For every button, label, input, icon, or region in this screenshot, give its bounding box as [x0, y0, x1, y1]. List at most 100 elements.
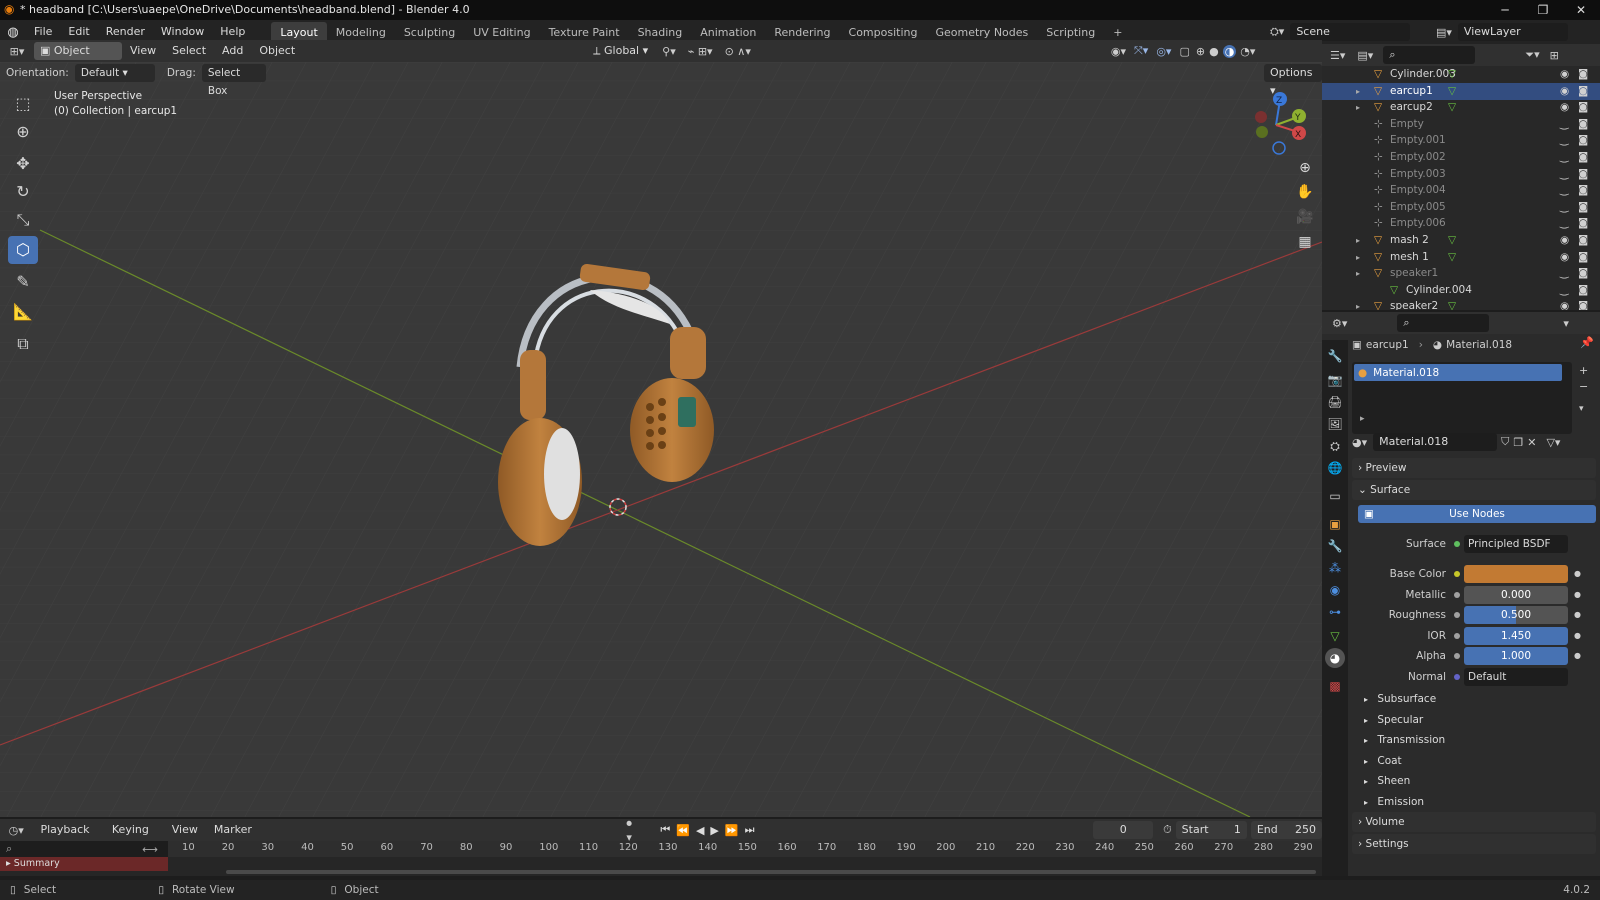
camera-view-button[interactable]: 🎥: [1292, 205, 1318, 229]
remove-slot-button[interactable]: −: [1579, 380, 1588, 393]
timeline-marker-menu[interactable]: Marker: [206, 818, 260, 842]
options-dropdown[interactable]: Options ▾: [1264, 64, 1322, 97]
material-slot-list[interactable]: ● Material.018 ▸: [1352, 362, 1572, 434]
eye-icon[interactable]: ◉: [1560, 298, 1569, 310]
camera-render-icon[interactable]: ◙: [1578, 132, 1588, 149]
roughness-slider[interactable]: 0.500: [1464, 606, 1568, 624]
outliner-row[interactable]: ▸ ▽ earcup1 ▽ ◉ ◙: [1322, 82, 1600, 100]
base-color-swatch[interactable]: [1464, 565, 1568, 583]
timeline-playback-menu[interactable]: Playback ▾: [32, 818, 103, 860]
camera-render-icon[interactable]: ◙: [1578, 99, 1588, 116]
subpanel-specular[interactable]: ▸ Specular: [1352, 710, 1596, 730]
tab-collection-icon[interactable]: ▭: [1325, 486, 1345, 506]
outliner-row[interactable]: ▸ ▽ mash 2 ▽ ◉ ◙: [1322, 232, 1600, 249]
outliner-row[interactable]: ▽ Cylinder.003 ▽ ◉ ◙: [1322, 66, 1600, 83]
new-collection-icon[interactable]: ⊞: [1550, 49, 1559, 62]
tab-render-icon[interactable]: 📷: [1325, 370, 1345, 390]
measure-tool[interactable]: 📐: [8, 298, 38, 326]
end-frame-field[interactable]: End 250: [1250, 821, 1322, 839]
rotate-tool[interactable]: ↻: [8, 178, 38, 206]
current-frame-field[interactable]: 0: [1093, 821, 1154, 839]
camera-render-icon[interactable]: ◙: [1578, 232, 1588, 249]
blender-menu-icon[interactable]: ◍: [0, 25, 26, 40]
subpanel-sheen[interactable]: ▸ Sheen: [1352, 771, 1596, 791]
eye-closed-icon[interactable]: ‿: [1560, 116, 1568, 133]
slot-specials-button[interactable]: ▾: [1579, 404, 1584, 414]
clock-icon[interactable]: ⏱: [1163, 823, 1172, 837]
camera-render-icon[interactable]: ◙: [1578, 199, 1588, 216]
mesh-data-icon[interactable]: ▽: [1448, 232, 1456, 249]
camera-render-icon[interactable]: ◙: [1578, 298, 1588, 310]
move-tool[interactable]: ✥: [8, 150, 38, 178]
link-icon[interactable]: ▽▾: [1546, 436, 1560, 449]
jump-start-icon[interactable]: ⏮: [660, 823, 670, 837]
surface-section-header[interactable]: ⌄ Surface: [1352, 480, 1596, 500]
timeline-search-icon[interactable]: ⌕: [6, 842, 12, 856]
snap-icon[interactable]: ⌁ ⊞▾: [688, 45, 713, 58]
surface-shader-field[interactable]: Principled BSDF: [1464, 535, 1568, 553]
camera-render-icon[interactable]: ◙: [1578, 149, 1588, 166]
xray-icon[interactable]: ▢: [1179, 45, 1189, 58]
alpha-slider[interactable]: 1.000: [1464, 647, 1568, 665]
wireframe-shading-icon[interactable]: ⊕: [1196, 45, 1205, 58]
eye-icon[interactable]: ◉: [1560, 249, 1569, 266]
volume-section-header[interactable]: › Volume: [1352, 812, 1596, 832]
viewport-menu-view[interactable]: View: [122, 39, 164, 63]
record-icon[interactable]: ⏺ ▾: [626, 817, 640, 844]
outliner-row[interactable]: ⊹ Empty.001 ‿ ◙: [1322, 132, 1600, 149]
add-slot-button[interactable]: +: [1579, 364, 1588, 377]
material-name-field[interactable]: Material.018: [1373, 433, 1498, 451]
next-keyframe-icon[interactable]: ⏩: [725, 824, 739, 837]
keyframe-dot-icon[interactable]: ●: [1574, 627, 1581, 645]
ortho-toggle-button[interactable]: ▦: [1292, 230, 1318, 254]
tab-world-icon[interactable]: 🌐: [1325, 458, 1345, 478]
tab-data-icon[interactable]: ▽: [1325, 626, 1345, 646]
camera-render-icon[interactable]: ◙: [1578, 215, 1588, 232]
zoom-view-button[interactable]: ⊕: [1292, 156, 1318, 180]
prev-keyframe-icon[interactable]: ⏪: [676, 824, 690, 837]
pivot-icon[interactable]: ⚲▾: [662, 45, 676, 58]
properties-options-icon[interactable]: ▾: [1563, 317, 1569, 330]
restore-button[interactable]: ❐: [1524, 0, 1562, 20]
timeline-view-menu[interactable]: View: [164, 818, 206, 842]
tab-constraints-icon[interactable]: ⊶: [1325, 602, 1345, 622]
display-mode-icon[interactable]: ▤▾: [1357, 49, 1373, 62]
outliner-row[interactable]: ▽ Cylinder.004 ‿ ◙: [1322, 282, 1600, 299]
outliner-row[interactable]: ⊹ Empty.006 ‿ ◙: [1322, 215, 1600, 232]
keyframe-dot-icon[interactable]: ●: [1574, 586, 1581, 604]
outliner-editor-icon[interactable]: ☰▾: [1330, 49, 1345, 62]
properties-search-input[interactable]: ⌕: [1397, 314, 1490, 332]
mesh-data-icon[interactable]: ▽: [1448, 298, 1456, 310]
outliner-row[interactable]: ⊹ Empty.005 ‿ ◙: [1322, 199, 1600, 216]
mesh-data-icon[interactable]: ▽: [1448, 66, 1456, 83]
expand-arrow-icon[interactable]: ▸: [1356, 99, 1360, 116]
proportional-edit-icon[interactable]: ⊙ ∧▾: [725, 45, 751, 58]
outliner-row[interactable]: ▸ ▽ speaker2 ▽ ◉ ◙: [1322, 298, 1600, 310]
camera-render-icon[interactable]: ◙: [1578, 265, 1588, 282]
outliner-row[interactable]: ⊹ Empty ‿ ◙: [1322, 116, 1600, 133]
visibility-icon[interactable]: ◉▾: [1111, 45, 1126, 58]
tab-material-icon[interactable]: ◕: [1325, 648, 1345, 668]
orientation-dropdown[interactable]: Default ▾: [74, 64, 155, 82]
use-nodes-button[interactable]: ▣ Use Nodes: [1358, 505, 1596, 523]
mode-dropdown[interactable]: ▣ Object Mode ▾: [34, 42, 122, 75]
pan-view-button[interactable]: ✋: [1292, 180, 1318, 204]
drag-dropdown[interactable]: Select Box: [201, 64, 266, 97]
play-reverse-icon[interactable]: ◀: [696, 824, 704, 837]
outliner-row[interactable]: ▸ ▽ earcup2 ▽ ◉ ◙: [1322, 99, 1600, 116]
outliner-search-input[interactable]: ⌕: [1383, 46, 1476, 64]
outliner-row[interactable]: ▸ ▽ mesh 1 ▽ ◉ ◙: [1322, 249, 1600, 266]
viewlayer-field[interactable]: ViewLayer: [1457, 23, 1568, 41]
summary-channel[interactable]: ▸ Summary: [0, 857, 168, 871]
mesh-data-icon[interactable]: ▽: [1448, 99, 1456, 116]
jump-end-icon[interactable]: ⏭: [745, 823, 755, 837]
tab-tool-icon[interactable]: 🔧: [1325, 346, 1345, 366]
metallic-slider[interactable]: 0.000: [1464, 585, 1568, 604]
viewport-menu-select[interactable]: Select: [164, 39, 214, 63]
transform-tool[interactable]: ⬡: [8, 236, 38, 264]
eye-icon[interactable]: ◉: [1560, 232, 1569, 249]
keyframe-dot-icon[interactable]: ●: [1574, 565, 1581, 583]
eye-closed-icon[interactable]: ‿: [1560, 149, 1568, 166]
scale-tool[interactable]: ⤡: [8, 206, 38, 234]
cursor-tool[interactable]: ⊕: [8, 118, 38, 146]
